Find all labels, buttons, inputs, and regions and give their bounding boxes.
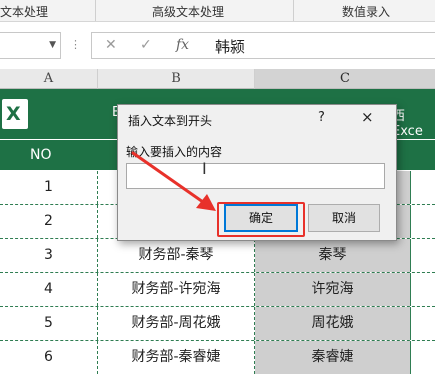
- annotation-arrow-icon: [131, 151, 216, 211]
